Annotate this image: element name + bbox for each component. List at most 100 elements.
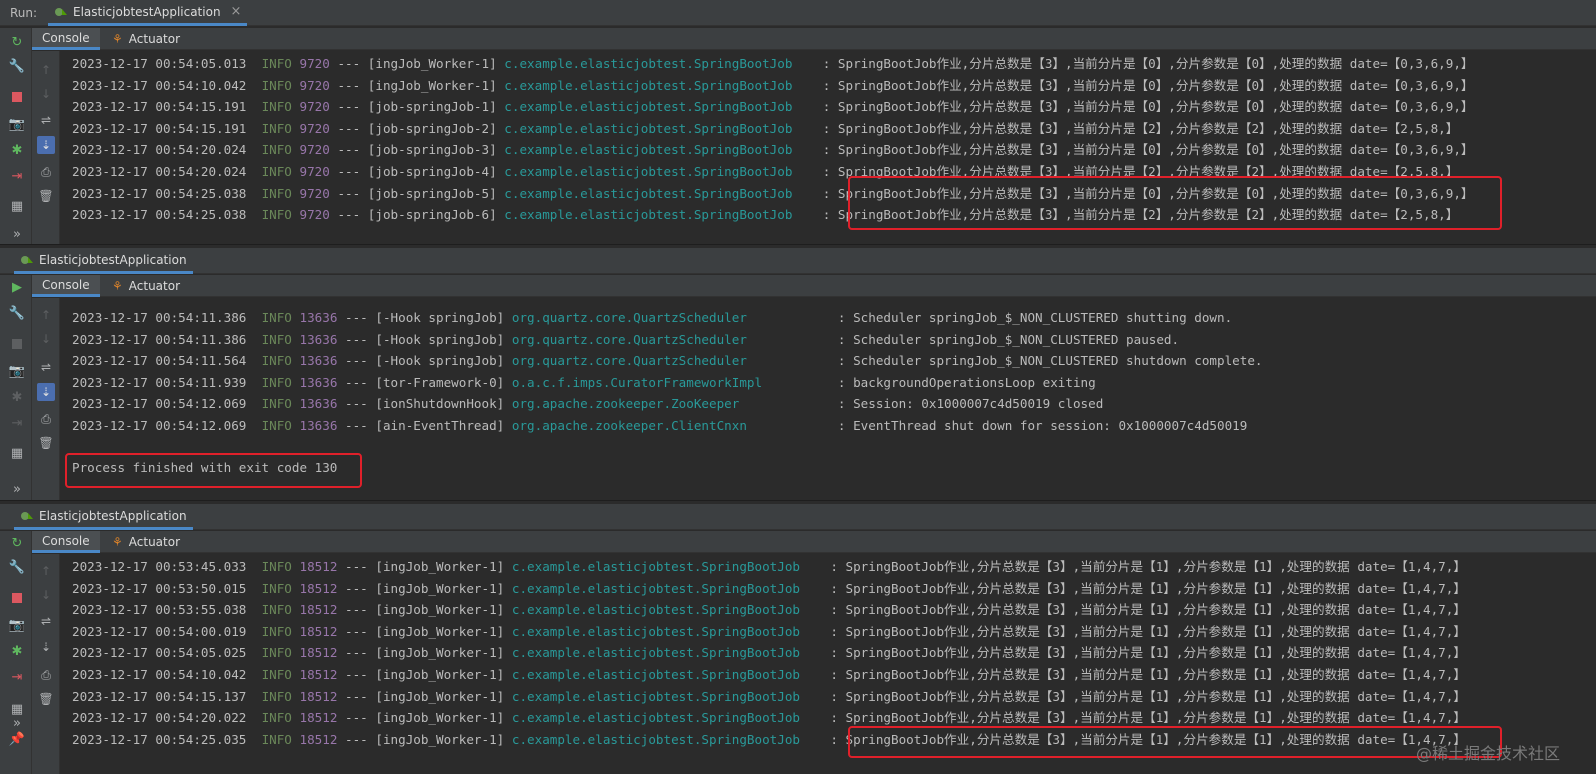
run-tab-app[interactable]: ElasticjobtestApplication × [48,0,248,26]
log-logger: c.example.elasticjobtest.SpringBootJob [504,185,793,201]
print-icon[interactable]: ⎙ [37,163,55,181]
rerun-icon[interactable]: ↻ [8,34,26,52]
tab-console[interactable]: Console [32,275,100,297]
stop-icon[interactable] [8,90,26,108]
debug-icon[interactable]: ✱ [8,643,26,661]
layout-icon[interactable]: ▦ [8,445,26,463]
up-arrow-icon[interactable]: ↑ [37,61,55,79]
print-icon[interactable]: ⎙ [37,666,55,684]
log-line: 2023-12-17 00:54:00.019 INFO 18512 --- [… [72,621,1466,642]
tab-actuator[interactable]: ⚘ Actuator [102,275,190,297]
debug-icon: ✱ [11,390,23,405]
log-thread: [ingJob_Worker-1] [375,731,505,747]
down-arrow-icon[interactable]: ↓ [37,85,55,103]
log-message: : SpringBootJob作业,分片总数是【3】,当前分片是【1】,分片参数… [830,667,1466,682]
tab-actuator[interactable]: ⚘ Actuator [102,28,190,50]
log-logger: c.example.elasticjobtest.SpringBootJob [511,623,800,639]
log-separator: --- [345,310,368,325]
more-icon[interactable]: » [8,226,26,244]
tab-actuator-label: Actuator [128,535,181,549]
log-thread: [ingJob_Worker-1] [375,710,505,726]
run-tab-label: ElasticjobtestApplication [73,4,221,19]
log-level: INFO [261,207,292,223]
log-message: : Scheduler springJob_$_NON_CLUSTERED sh… [837,353,1263,369]
up-arrow-icon[interactable]: ↑ [37,562,55,580]
log-thread: [job-springJob-2] [367,120,497,136]
print-icon[interactable]: ⎙ [37,410,55,428]
log-thread: [job-springJob-1] [367,99,497,115]
log-level: INFO [261,142,292,158]
pin-icon[interactable]: 📌 [8,731,26,749]
log-pid: 18512 [299,710,338,726]
more-icon[interactable]: » [8,481,26,499]
tab-console[interactable]: Console [32,531,100,553]
left-toolbar-2: ▶ 🔧 📷 ✱ ⇥ ▦ » [0,275,32,500]
log-line: 2023-12-17 00:53:45.033 INFO 18512 --- [… [72,556,1466,577]
log-thread: [ain-EventThread] [375,418,505,433]
log-logger: c.example.elasticjobtest.SpringBootJob [511,731,800,747]
soft-wrap-icon[interactable]: ⇌ [37,111,55,129]
log-timestamp: 2023-12-17 00:54:15.191 [72,99,247,115]
camera-icon[interactable]: 📷 [8,116,26,134]
log-message: : Scheduler springJob_$_NON_CLUSTERED sh… [837,310,1233,325]
log-logger: c.example.elasticjobtest.SpringBootJob [504,99,793,115]
soft-wrap-icon[interactable]: ⇌ [37,358,55,376]
log-timestamp: 2023-12-17 00:54:05.013 [72,56,247,71]
run-icon[interactable]: ▶ [8,279,26,297]
stop-icon[interactable] [8,591,26,609]
run-tab-app-3[interactable]: ElasticjobtestApplication [14,504,193,530]
log-logger: org.quartz.core.QuartzScheduler [511,353,747,369]
log-timestamp: 2023-12-17 00:53:45.033 [72,559,247,574]
console-subtabs-2: Console ⚘ Actuator [32,275,1596,297]
exit-icon[interactable]: ⇥ [8,669,26,687]
log-pid: 18512 [299,688,338,704]
wrench-icon[interactable]: 🔧 [8,58,26,76]
log-message: : SpringBootJob作业,分片总数是【3】,当前分片是【1】,分片参数… [830,688,1466,704]
log-line: 2023-12-17 00:54:12.069 INFO 13636 --- [… [72,393,1103,414]
log-line: 2023-12-17 00:54:15.191 INFO 9720 --- [j… [72,118,1458,139]
trash-icon[interactable]: 🗑 [37,690,55,708]
run-tab-app-2[interactable]: ElasticjobtestApplication [14,248,193,274]
rerun-icon[interactable]: ↻ [8,535,26,553]
log-pid: 9720 [299,120,330,136]
wrench-icon[interactable]: 🔧 [8,559,26,577]
log-logger: c.example.elasticjobtest.SpringBootJob [504,207,793,223]
highlight-box [65,453,362,488]
down-arrow-icon[interactable]: ↓ [37,330,55,348]
stop-icon [8,337,26,355]
exit-icon[interactable]: ⇥ [8,168,26,186]
log-message: : SpringBootJob作业,分片总数是【3】,当前分片是【2】,分片参数… [822,120,1459,136]
close-tab-icon[interactable]: × [231,4,242,19]
log-separator: --- [337,99,361,115]
log-line: 2023-12-17 00:54:11.939 INFO 13636 --- [… [72,372,1096,393]
camera-icon[interactable]: 📷 [8,617,26,635]
debug-icon[interactable]: ✱ [8,142,26,160]
log-line: 2023-12-17 00:54:15.191 INFO 9720 --- [j… [72,96,1474,117]
tab-actuator-label: Actuator [128,279,181,293]
console-gutter-1: ↑ ↓ ⇌ ⇣ ⎙ 🗑 [32,51,60,244]
tab-actuator[interactable]: ⚘ Actuator [102,531,190,553]
up-arrow-icon[interactable]: ↑ [37,306,55,324]
scroll-to-end-icon[interactable]: ⇣ [37,383,55,401]
wrench-icon[interactable]: 🔧 [8,305,26,323]
down-arrow-icon[interactable]: ↓ [37,586,55,604]
tab-console[interactable]: Console [32,28,100,50]
scroll-to-end-icon[interactable]: ⇣ [37,638,55,656]
log-separator: --- [345,580,368,596]
log-message: : SpringBootJob作业,分片总数是【3】,当前分片是【0】,分片参数… [822,99,1474,115]
layout-icon[interactable]: ▦ [8,198,26,216]
log-level: INFO [261,99,292,115]
trash-icon[interactable]: 🗑 [37,187,55,205]
console-gutter-2: ↑ ↓ ⇌ ⇣ ⎙ 🗑 [32,298,60,500]
log-timestamp: 2023-12-17 00:54:20.024 [72,164,247,179]
log-level: INFO [261,623,292,639]
log-separator: --- [345,559,368,574]
log-message: : EventThread shut down for session: 0x1… [837,418,1248,433]
log-timestamp: 2023-12-17 00:54:15.137 [72,688,247,704]
trash-icon[interactable]: 🗑 [37,434,55,452]
soft-wrap-icon[interactable]: ⇌ [37,612,55,630]
log-line: 2023-12-17 00:54:11.564 INFO 13636 --- [… [72,350,1263,371]
scroll-to-end-icon[interactable]: ⇣ [37,136,55,154]
left-toolbar-1: ↻ 🔧 📷 ✱ ⇥ ▦ » [0,28,32,244]
console-subtabs: Console ⚘ Actuator [32,28,1596,50]
